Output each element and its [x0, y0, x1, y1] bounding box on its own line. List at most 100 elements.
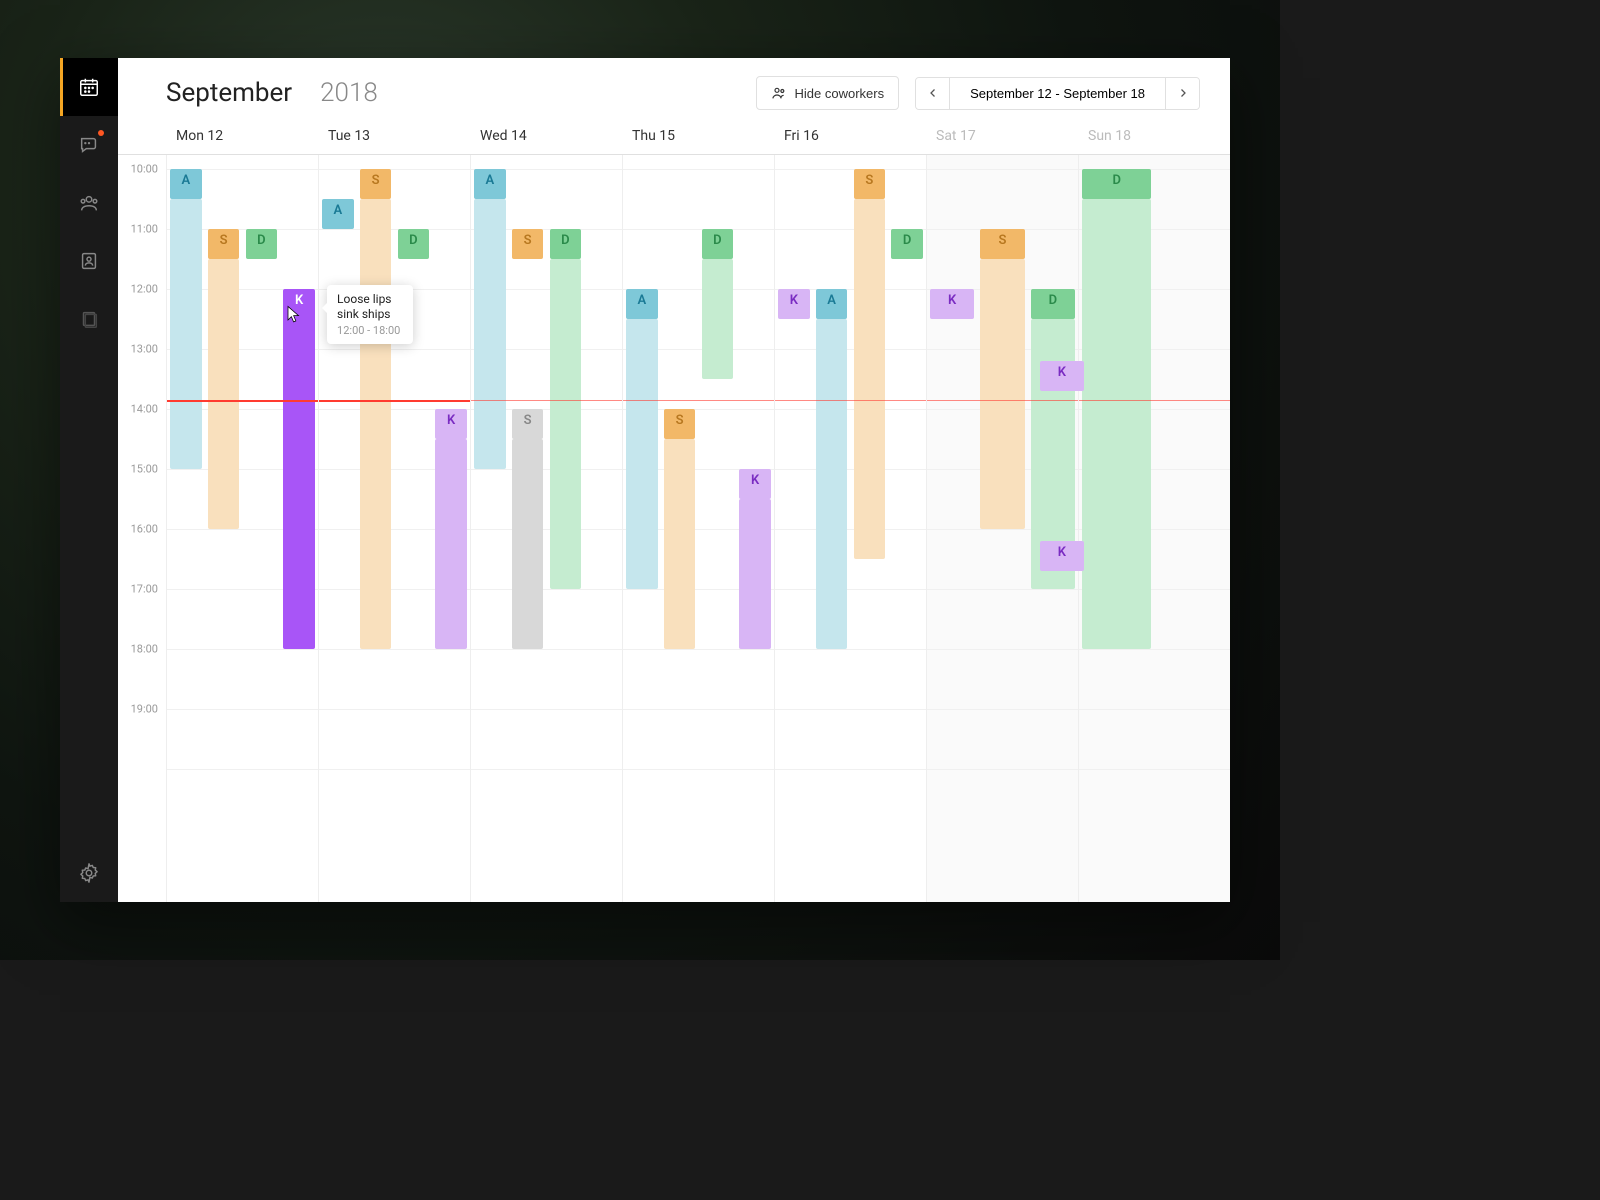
time-label: 12:00 — [131, 283, 158, 296]
tooltip-time: 12:00 - 18:00 — [337, 324, 403, 337]
calendar-event[interactable] — [170, 199, 202, 469]
hour-gridline — [775, 469, 926, 470]
calendar-event[interactable]: K — [930, 289, 974, 319]
calendar-event[interactable] — [474, 199, 506, 469]
calendar-event[interactable]: S — [512, 229, 544, 259]
calendar-event[interactable] — [435, 439, 467, 649]
time-label: 16:00 — [131, 523, 158, 536]
chat-icon — [78, 134, 100, 156]
hour-gridline — [319, 349, 470, 350]
sidebar-chat[interactable] — [60, 116, 118, 174]
day-column[interactable]: KA SD — [774, 155, 926, 902]
day-column[interactable]: A S D K — [622, 155, 774, 902]
calendar-event[interactable]: K — [1040, 541, 1084, 571]
hour-gridline — [471, 469, 622, 470]
calendar-event[interactable]: D — [1031, 289, 1075, 319]
sidebar-calendar[interactable] — [60, 58, 118, 116]
calendar-event[interactable]: K — [778, 289, 810, 319]
next-week-button[interactable] — [1165, 78, 1199, 109]
hour-gridline — [1079, 709, 1230, 710]
day-column[interactable]: ASSD — [470, 155, 622, 902]
time-label: 10:00 — [131, 163, 158, 176]
calendar-event[interactable]: S — [664, 409, 696, 439]
hide-coworkers-label: Hide coworkers — [795, 86, 885, 101]
date-range-label[interactable]: September 12 - September 18 — [950, 78, 1165, 109]
calendar-event[interactable]: A — [816, 289, 848, 319]
calendar-event[interactable]: A — [170, 169, 202, 199]
calendar-event[interactable] — [360, 199, 392, 649]
calendar-event[interactable]: D — [1082, 169, 1151, 199]
hour-gridline — [319, 169, 470, 170]
calendar-event[interactable]: K — [739, 469, 771, 499]
hour-gridline — [1079, 649, 1230, 650]
sidebar-settings[interactable] — [60, 844, 118, 902]
hour-gridline — [167, 709, 318, 710]
hour-gridline — [775, 169, 926, 170]
hour-gridline — [471, 529, 622, 530]
calendar-event[interactable] — [208, 259, 240, 529]
calendar-event[interactable] — [664, 439, 696, 649]
calendar-event[interactable]: A — [474, 169, 506, 199]
team-icon — [78, 192, 100, 214]
day-header[interactable]: Fri 16 — [774, 120, 926, 154]
day-header[interactable]: Thu 15 — [622, 120, 774, 154]
calendar-event[interactable]: S — [980, 229, 1024, 259]
time-label: 14:00 — [131, 403, 158, 416]
calendar-event[interactable]: K — [1040, 361, 1084, 391]
calendar-event[interactable]: S — [512, 409, 544, 439]
day-header[interactable]: Mon 12 — [166, 120, 318, 154]
day-header[interactable]: Sun 18 — [1078, 120, 1230, 154]
calendar-event[interactable]: A — [322, 199, 354, 229]
calendar-event[interactable] — [702, 259, 734, 379]
day-header[interactable]: Tue 13 — [318, 120, 470, 154]
calendar-event[interactable] — [739, 499, 771, 649]
calendar-event[interactable]: D — [891, 229, 923, 259]
sidebar-team[interactable] — [60, 174, 118, 232]
calendar-app: September 2018 Hide coworkers September … — [60, 58, 1230, 902]
hour-gridline — [471, 709, 622, 710]
day-column[interactable]: D — [1078, 155, 1230, 902]
hour-gridline — [319, 769, 470, 770]
current-time-indicator — [471, 400, 622, 401]
prev-week-button[interactable] — [916, 78, 950, 109]
calendar-icon — [78, 76, 100, 98]
coworkers-icon — [771, 85, 787, 101]
hour-gridline — [1079, 769, 1230, 770]
day-column[interactable]: ASDKLoose lips sink ships12:00 - 18:00 — [166, 155, 318, 902]
calendar-event[interactable] — [512, 439, 544, 649]
tooltip-title: Loose lips sink ships — [337, 292, 403, 322]
calendar-event[interactable] — [980, 259, 1024, 529]
day-header[interactable]: Wed 14 — [470, 120, 622, 154]
title-year: 2018 — [320, 78, 378, 108]
calendar-event[interactable] — [854, 199, 886, 559]
calendar-event[interactable]: A — [626, 289, 658, 319]
calendar-event[interactable]: D — [246, 229, 278, 259]
calendar-event[interactable]: S — [360, 169, 392, 199]
current-time-indicator — [623, 400, 774, 401]
sidebar-contacts[interactable] — [60, 232, 118, 290]
hour-gridline — [623, 709, 774, 710]
day-header[interactable]: Sat 17 — [926, 120, 1078, 154]
day-column[interactable]: KSDKK — [926, 155, 1078, 902]
calendar-event[interactable] — [816, 319, 848, 649]
day-column[interactable]: ASD K — [318, 155, 470, 902]
calendar-event[interactable] — [550, 259, 582, 589]
sidebar-notes[interactable] — [60, 290, 118, 348]
hour-gridline — [775, 769, 926, 770]
contact-book-icon — [78, 250, 100, 272]
calendar-event[interactable]: D — [398, 229, 430, 259]
calendar-event[interactable]: D — [550, 229, 582, 259]
date-range-picker: September 12 - September 18 — [915, 77, 1200, 110]
hour-gridline — [775, 589, 926, 590]
calendar-event[interactable]: K — [283, 289, 315, 649]
calendar-event[interactable]: D — [702, 229, 734, 259]
hour-gridline — [471, 589, 622, 590]
calendar-event[interactable]: K — [435, 409, 467, 439]
calendar-event[interactable] — [1082, 199, 1151, 649]
calendar-event[interactable] — [626, 319, 658, 589]
hide-coworkers-button[interactable]: Hide coworkers — [756, 76, 900, 110]
calendar-event[interactable]: S — [208, 229, 240, 259]
calendar-event[interactable]: S — [854, 169, 886, 199]
hour-gridline — [319, 229, 470, 230]
hour-gridline — [623, 649, 774, 650]
